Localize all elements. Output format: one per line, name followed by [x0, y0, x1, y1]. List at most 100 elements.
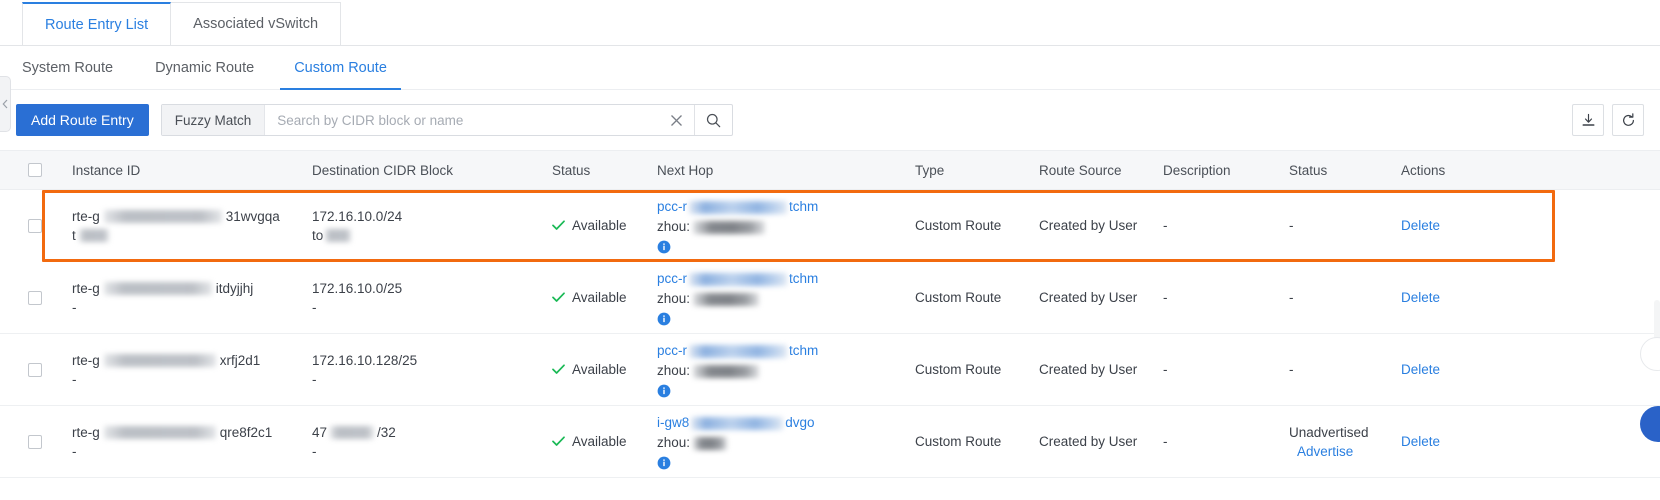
cell-destination-cidr: 172.16.10.128/25 - — [312, 351, 552, 389]
info-icon[interactable] — [657, 456, 671, 470]
page-root: Route Entry List Associated vSwitch Syst… — [0, 0, 1660, 500]
cell-instance-id: rte-g 31wvgqa t — [72, 207, 312, 245]
redacted-block — [330, 426, 375, 440]
sidebar-collapse-handle[interactable] — [0, 76, 11, 132]
info-icon[interactable] — [657, 384, 671, 398]
instance-id-suffix: 31wvgqa — [225, 208, 280, 224]
search-input[interactable] — [265, 105, 660, 135]
tab-route-entry-list[interactable]: Route Entry List — [22, 2, 172, 45]
row-checkbox[interactable] — [28, 362, 42, 377]
cell-next-hop: pcc-r tchm zhou: — [657, 197, 915, 254]
secondary-tabbar: System Route Dynamic Route Custom Route — [0, 46, 1660, 90]
col-advertise-status: Status — [1289, 162, 1328, 178]
cidr-prefix: 47 — [312, 424, 328, 440]
download-icon — [1582, 113, 1594, 126]
tab-associated-vswitch[interactable]: Associated vSwitch — [170, 2, 342, 45]
table-row[interactable]: rte-g 31wvgqa t 172.16.10.0/24 to Availab… — [0, 190, 1660, 262]
row-checkbox[interactable] — [28, 434, 42, 449]
instance-id-suffix: itdyjjhj — [215, 280, 254, 296]
cell-advertise-status: - — [1289, 290, 1294, 305]
next-hop-link-prefix[interactable]: pcc-r — [657, 341, 687, 361]
redacted-block — [693, 220, 766, 234]
cell-description: - — [1163, 362, 1168, 377]
row-checkbox[interactable] — [28, 290, 42, 305]
instance-id-prefix: rte-g — [72, 424, 100, 440]
redacted-block — [103, 282, 212, 296]
next-hop-link-suffix[interactable]: tchm — [789, 341, 818, 361]
refresh-button[interactable] — [1612, 104, 1644, 136]
redacted-block — [691, 416, 784, 430]
redacted-block — [103, 210, 222, 224]
tab-label: Associated vSwitch — [193, 16, 319, 32]
select-all-checkbox[interactable] — [28, 163, 42, 177]
add-route-entry-button[interactable]: Add Route Entry — [16, 104, 149, 136]
delete-link[interactable]: Delete — [1401, 218, 1440, 233]
next-hop-link-suffix[interactable]: tchm — [789, 269, 818, 289]
cell-status: Available — [552, 434, 657, 449]
cell-next-hop: pcc-r tchm zhou: — [657, 269, 915, 326]
subtab-system-route[interactable]: System Route — [22, 46, 135, 90]
col-route-source: Route Source — [1039, 162, 1122, 178]
cell-route-source: Created by User — [1039, 290, 1138, 305]
next-hop-name-prefix: zhou: — [657, 219, 691, 234]
next-hop-link-prefix[interactable]: pcc-r — [657, 269, 687, 289]
instance-id-line2: t — [72, 227, 76, 243]
toolbar-actions — [1572, 104, 1644, 136]
table-header-row: Instance ID Destination CIDR Block Statu… — [0, 150, 1660, 190]
clear-search-button[interactable] — [660, 105, 694, 135]
subtab-dynamic-route[interactable]: Dynamic Route — [135, 46, 274, 90]
status-text: Available — [572, 218, 627, 233]
delete-link[interactable]: Delete — [1401, 362, 1440, 377]
search-bar: Fuzzy Match — [160, 104, 733, 136]
status-text: Available — [572, 434, 627, 449]
refresh-icon — [1622, 112, 1634, 126]
next-hop-link-prefix[interactable]: i-gw8 — [657, 413, 689, 433]
cell-description: - — [1163, 434, 1168, 449]
cidr-value: 172.16.10.0/25 — [312, 280, 403, 296]
subtab-label: Dynamic Route — [155, 59, 255, 76]
cell-actions: Delete — [1401, 290, 1541, 305]
search-submit-button[interactable] — [693, 105, 732, 135]
cell-instance-id: rte-g itdyjjhj - — [72, 279, 312, 317]
redacted-block — [689, 272, 787, 286]
table-row[interactable]: rte-g qre8f2c1 - 47/32 - Available i-gw8 d… — [0, 406, 1660, 478]
check-icon — [552, 292, 565, 302]
advertise-link[interactable]: Advertise — [1297, 442, 1353, 461]
cell-next-hop: i-gw8 dvgo zhou: — [657, 413, 915, 470]
cell-status: Available — [552, 218, 657, 233]
col-instance-id: Instance ID — [72, 162, 141, 178]
subtab-custom-route[interactable]: Custom Route — [274, 46, 407, 90]
col-description: Description — [1163, 162, 1231, 178]
cell-description: - — [1163, 218, 1168, 233]
col-actions: Actions — [1401, 162, 1446, 178]
cell-type: Custom Route — [915, 290, 1002, 305]
cell-next-hop: pcc-r tchm zhou: — [657, 341, 915, 398]
delete-link[interactable]: Delete — [1401, 434, 1440, 449]
info-icon[interactable] — [657, 312, 671, 326]
next-hop-link-prefix[interactable]: pcc-r — [657, 197, 687, 217]
redacted-block — [693, 292, 760, 306]
primary-tabbar: Route Entry List Associated vSwitch — [0, 0, 1660, 46]
redacted-block — [325, 229, 352, 243]
cidr-line2: - — [312, 443, 317, 459]
instance-id-line2: - — [72, 443, 77, 459]
redacted-block — [103, 354, 216, 368]
cell-status: Available — [552, 362, 657, 377]
next-hop-link-suffix[interactable]: dvgo — [785, 413, 814, 433]
close-icon — [671, 114, 683, 126]
cell-destination-cidr: 172.16.10.0/25 - — [312, 279, 552, 317]
cell-advertise-status: - — [1289, 218, 1294, 233]
redacted-block — [103, 426, 216, 440]
cidr-value: 172.16.10.128/25 — [312, 352, 418, 368]
next-hop-link-suffix[interactable]: tchm — [789, 197, 818, 217]
table-row[interactable]: rte-g itdyjjhj - 172.16.10.0/25 - Availab… — [0, 262, 1660, 334]
row-select-cell — [0, 290, 72, 305]
download-button[interactable] — [1572, 104, 1604, 136]
row-checkbox[interactable] — [28, 218, 42, 233]
fuzzy-match-selector[interactable]: Fuzzy Match — [161, 105, 266, 135]
instance-id-prefix: rte-g — [72, 208, 100, 224]
delete-link[interactable]: Delete — [1401, 290, 1440, 305]
search-icon — [706, 113, 721, 127]
info-icon[interactable] — [657, 240, 671, 254]
table-row[interactable]: rte-g xrfj2d1 - 172.16.10.128/25 - Availa… — [0, 334, 1660, 406]
